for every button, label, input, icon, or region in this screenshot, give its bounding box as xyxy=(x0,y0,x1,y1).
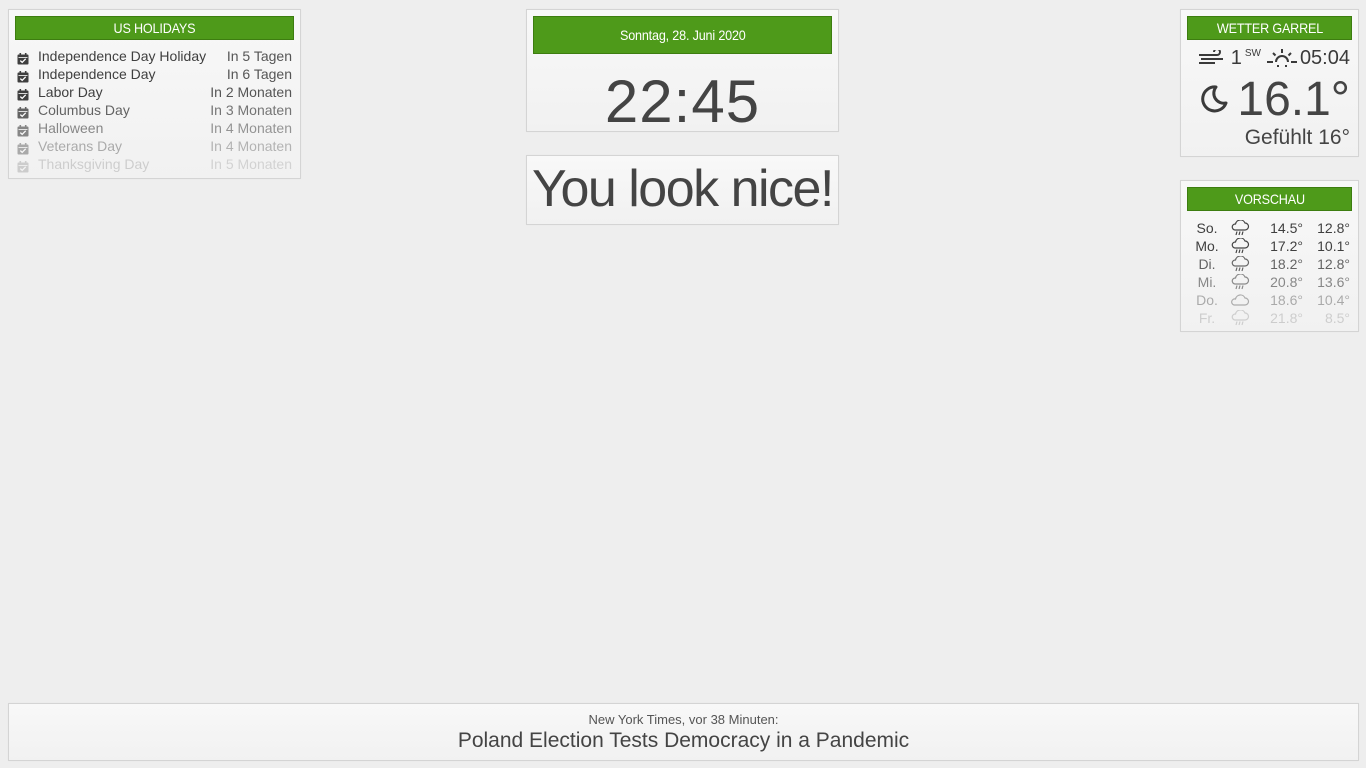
rain-icon xyxy=(1225,310,1255,326)
wind-direction: SW xyxy=(1244,48,1261,59)
forecast-low: 12.8° xyxy=(1317,220,1350,236)
list-item: Independence Day Holiday In 5 Tagen xyxy=(17,47,292,65)
holiday-name: Independence Day xyxy=(38,66,156,82)
forecast-high: 21.8° xyxy=(1270,310,1303,326)
holiday-when: In 4 Monaten xyxy=(210,138,292,154)
forecast-row: Di. 18.2° 12.8° xyxy=(1189,255,1350,273)
rain-icon xyxy=(1225,220,1255,236)
forecast-low: 12.8° xyxy=(1317,256,1350,272)
forecast-day: Fr. xyxy=(1198,310,1216,326)
rain-icon xyxy=(1225,238,1255,254)
current-temperature: 16.1° xyxy=(1237,72,1350,126)
holiday-when: In 5 Monaten xyxy=(210,156,292,172)
list-item: Columbus Day In 3 Monaten xyxy=(17,101,292,119)
calendar-icon xyxy=(17,160,29,172)
list-item: Independence Day In 6 Tagen xyxy=(17,65,292,83)
list-item: Veterans Day In 4 Monaten xyxy=(17,137,292,155)
weather-temp-row: 16.1° xyxy=(1181,72,1350,126)
weather-wind-sunrise-row: 1 SW 05:04 xyxy=(1181,46,1350,70)
calendar-icon xyxy=(17,142,29,154)
holiday-when: In 3 Monaten xyxy=(210,102,292,118)
holidays-list: Independence Day Holiday In 5 Tagen Indepe… xyxy=(17,47,292,173)
forecast-day: Di. xyxy=(1198,256,1216,272)
moon-icon xyxy=(1199,84,1229,114)
news-source: New York Times, vor 38 Minuten: xyxy=(588,712,779,727)
list-item: Halloween In 4 Monaten xyxy=(17,119,292,137)
compliment-text: You look nice! xyxy=(532,160,834,218)
weather-header: WETTER GARREL xyxy=(1187,16,1352,40)
news-headline: Poland Election Tests Democracy in a Pan… xyxy=(457,729,910,752)
holiday-name: Columbus Day xyxy=(38,102,130,118)
forecast-low: 8.5° xyxy=(1324,310,1350,326)
wind-speed: 1 xyxy=(1230,46,1242,69)
weather-panel: WETTER GARREL 1 SW 05:04 16.1° Gefühlt 1… xyxy=(1180,9,1359,157)
forecast-high: 14.5° xyxy=(1270,220,1303,236)
cloudy-icon xyxy=(1225,292,1255,308)
forecast-high: 18.2° xyxy=(1270,256,1303,272)
forecast-row: Mi. 20.8° 13.6° xyxy=(1189,273,1350,291)
holidays-header: US HOLIDAYS xyxy=(15,16,294,40)
forecast-header: VORSCHAU xyxy=(1187,187,1352,211)
date-header: Sonntag, 28. Juni 2020 xyxy=(533,16,832,54)
holiday-name: Independence Day Holiday xyxy=(38,48,207,64)
calendar-icon xyxy=(17,106,29,118)
rain-icon xyxy=(1225,274,1255,290)
wind-icon xyxy=(1198,50,1226,66)
sunrise-time: 05:04 xyxy=(1299,46,1350,69)
forecast-list: So. 14.5° 12.8° Mo. 17.2° 10.1° Di. 18.2° 12.8° M… xyxy=(1189,219,1350,327)
forecast-high: 20.8° xyxy=(1270,274,1303,290)
holiday-when: In 4 Monaten xyxy=(210,120,292,136)
forecast-low: 10.4° xyxy=(1317,292,1350,308)
calendar-icon xyxy=(17,70,29,82)
holiday-when: In 5 Tagen xyxy=(226,48,292,64)
calendar-icon xyxy=(17,88,29,100)
forecast-high: 17.2° xyxy=(1270,238,1303,254)
forecast-row: Fr. 21.8° 8.5° xyxy=(1189,309,1350,327)
sunrise-icon xyxy=(1266,48,1297,68)
date-label: Sonntag, 28. Juni 2020 xyxy=(619,27,746,43)
forecast-low: 13.6° xyxy=(1317,274,1350,290)
weather-title: WETTER GARREL xyxy=(1216,20,1323,36)
holiday-when: In 2 Monaten xyxy=(210,84,292,100)
holidays-panel: US HOLIDAYS Independence Day Holiday In 5… xyxy=(8,9,301,179)
forecast-day: Mi. xyxy=(1197,274,1217,290)
list-item: Labor Day In 2 Monaten xyxy=(17,83,292,101)
holiday-name: Thanksgiving Day xyxy=(38,156,150,172)
forecast-day: Do. xyxy=(1196,292,1218,308)
holidays-title: US HOLIDAYS xyxy=(113,20,196,36)
forecast-low: 10.1° xyxy=(1317,238,1350,254)
feels-like: Gefühlt 16° xyxy=(1244,126,1350,149)
forecast-panel: VORSCHAU So. 14.5° 12.8° Mo. 17.2° 10.1° Di. 18… xyxy=(1180,180,1359,332)
calendar-icon xyxy=(17,124,29,136)
forecast-row: Do. 18.6° 10.4° xyxy=(1189,291,1350,309)
forecast-row: So. 14.5° 12.8° xyxy=(1189,219,1350,237)
holiday-name: Veterans Day xyxy=(38,138,123,154)
rain-icon xyxy=(1225,256,1255,272)
news-panel: New York Times, vor 38 Minuten: Poland E… xyxy=(8,703,1359,761)
forecast-day: Mo. xyxy=(1195,238,1219,254)
forecast-row: Mo. 17.2° 10.1° xyxy=(1189,237,1350,255)
forecast-high: 18.6° xyxy=(1270,292,1303,308)
compliment-panel: You look nice! xyxy=(526,155,839,225)
list-item: Thanksgiving Day In 5 Monaten xyxy=(17,155,292,173)
clock-time: 22:45 xyxy=(604,68,761,135)
forecast-title: VORSCHAU xyxy=(1234,191,1305,207)
clock-panel: Sonntag, 28. Juni 2020 22:45 xyxy=(526,9,839,135)
holiday-name: Halloween xyxy=(38,120,104,136)
forecast-day: So. xyxy=(1196,220,1218,236)
holiday-name: Labor Day xyxy=(38,84,103,100)
holiday-when: In 6 Tagen xyxy=(226,66,292,82)
calendar-icon xyxy=(17,52,29,64)
